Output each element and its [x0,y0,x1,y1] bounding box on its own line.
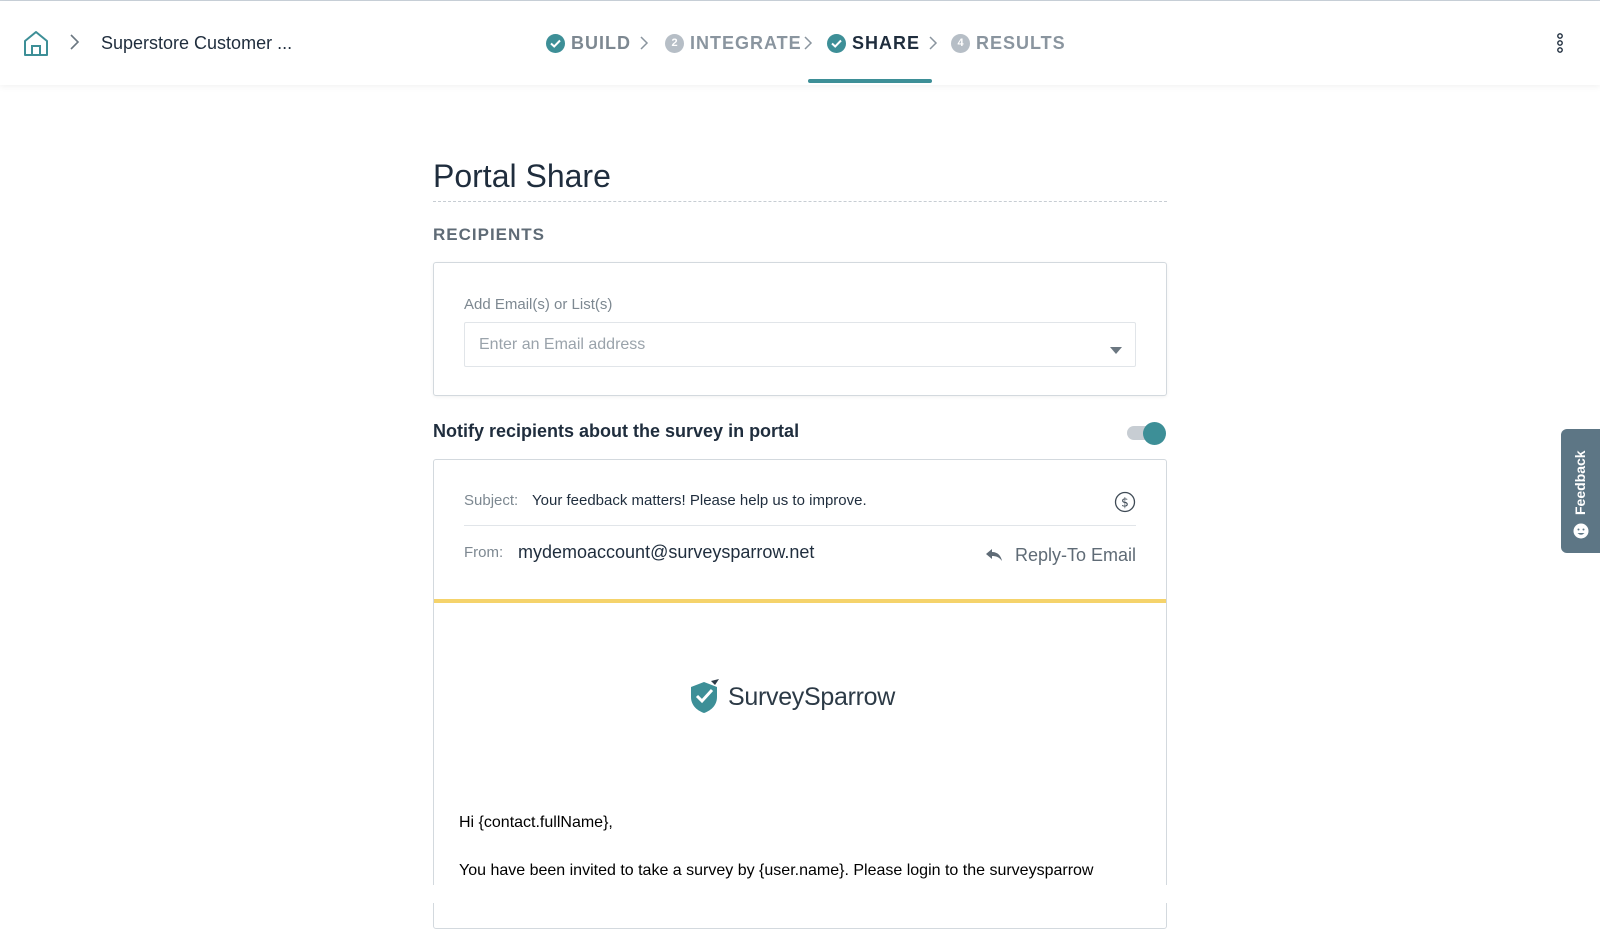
step-results-label: RESULTS [976,32,1066,53]
template-accent-bar [434,599,1166,603]
top-header: Superstore Customer ... BUILD 2 INTEGRAT… [0,1,1600,85]
svg-text:$: $ [1121,496,1129,510]
step-integrate-label: INTEGRATE [690,32,802,53]
step-results[interactable]: 4 RESULTS [951,32,1066,54]
step-number-badge: 4 [951,33,970,53]
feedback-tab[interactable]: Feedback [1561,429,1600,553]
feedback-label: Feedback [1572,450,1588,516]
subject-field[interactable]: Your feedback matters! Please help us to… [532,492,867,509]
step-share-label: SHARE [852,32,921,53]
toggle-knob [1143,422,1166,445]
email-greeting: Hi {contact.fullName}, [459,814,613,831]
caret-down-icon[interactable] [1110,342,1122,354]
reply-to-email-button[interactable]: Reply-To Email [985,544,1136,566]
from-address[interactable]: mydemoaccount@surveysparrow.net [518,542,814,563]
check-circle-icon [546,33,565,53]
email-preview-card: Subject: Your feedback matters! Please h… [433,459,1167,929]
step-build-label: BUILD [571,32,631,53]
email-recipients-input[interactable]: Enter an Email address [464,322,1136,367]
notify-recipients-label: Notify recipients about the survey in po… [433,421,800,441]
logo-wordmark: SurveySparrow [728,682,895,711]
step-number-badge: 2 [665,33,684,53]
from-key: From: [464,544,504,561]
recipients-heading: RECIPIENTS [433,225,546,244]
smiley-icon [1573,523,1589,539]
more-vertical-icon[interactable] [1552,31,1568,55]
check-circle-icon [827,33,846,53]
reply-to-email-label: Reply-To Email [1014,544,1136,565]
step-integrate[interactable]: 2 INTEGRATE [665,32,802,54]
step-build[interactable]: BUILD [546,32,631,54]
step-share[interactable]: SHARE [827,32,920,54]
title-divider [433,201,1167,202]
dollar-circle-icon[interactable]: $ [1114,491,1136,513]
chevron-right-icon [638,35,650,51]
surveysparrow-logo: SurveySparrow [688,678,895,716]
sparrow-logo-icon [688,679,722,715]
active-step-indicator [808,79,932,83]
recipients-card: Add Email(s) or List(s) Enter an Email a… [433,262,1167,396]
email-input-placeholder: Enter an Email address [479,336,646,353]
home-icon[interactable] [22,29,50,57]
email-body-text: You have been invited to take a survey b… [459,862,1094,879]
notify-row: Notify recipients about the survey in po… [433,418,1167,446]
chevron-right-icon [802,35,814,51]
chevron-right-icon [927,35,939,51]
reply-icon [985,548,1003,562]
notify-toggle[interactable] [1127,422,1167,445]
chevron-right-icon [67,33,81,51]
recipients-field-label: Add Email(s) or List(s) [464,296,613,313]
subject-key: Subject: [464,492,519,509]
survey-name-breadcrumb[interactable]: Superstore Customer ... [101,33,292,54]
page-title: Portal Share [433,158,611,194]
subject-row: Subject: Your feedback matters! Please h… [464,460,1136,526]
from-row: From: mydemoaccount@surveysparrow.net Re… [464,526,1136,598]
viewport-bottom-edge [0,885,1600,903]
